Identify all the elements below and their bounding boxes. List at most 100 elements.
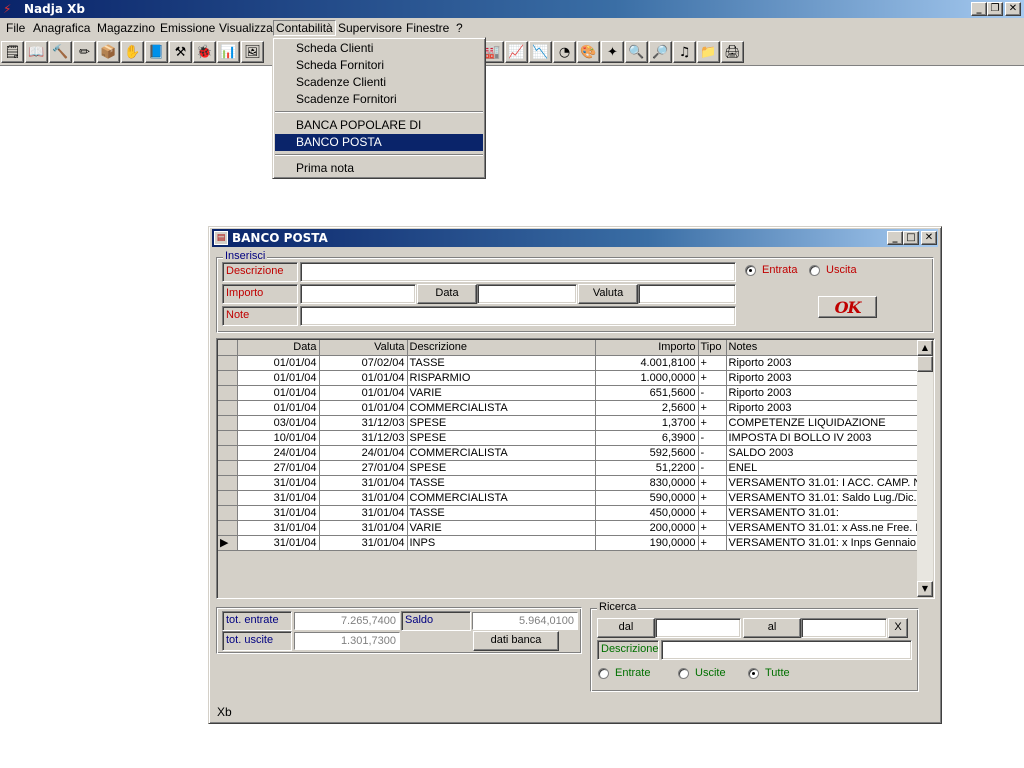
tutte-radio[interactable]: Tutte (748, 667, 790, 679)
menu-item-scadenze-clienti[interactable]: Scadenze Clienti (275, 74, 483, 91)
cell-tipo[interactable]: + (698, 505, 727, 521)
menu-file[interactable]: File (6, 21, 25, 35)
bar-chart-icon[interactable]: 📊 (217, 41, 240, 63)
table-row[interactable]: 01/01/04 01/01/04 COMMERCIALISTA 2,5600 + Rip… (218, 400, 920, 416)
dal-input[interactable] (655, 618, 741, 638)
cell-importo[interactable]: 6,3900 (595, 430, 699, 446)
col-header-valuta[interactable]: Valuta (319, 340, 408, 356)
menu-magazzino[interactable]: Magazzino (97, 21, 155, 35)
col-header-importo[interactable]: Importo (595, 340, 699, 356)
cell-data[interactable]: 31/01/04 (237, 535, 320, 551)
cell-tipo[interactable]: + (698, 535, 727, 551)
menu-anagrafica[interactable]: Anagrafica (33, 21, 90, 35)
cell-notes[interactable]: SALDO 2003 (726, 445, 920, 461)
cell-valuta[interactable]: 01/01/04 (319, 385, 408, 401)
cell-notes[interactable]: VERSAMENTO 31.01: x Inps Gennaio (726, 535, 920, 551)
table-row[interactable]: 01/01/04 07/02/04 TASSE 4.001,8100 + Riporto … (218, 355, 920, 371)
table-row[interactable]: 01/01/04 01/01/04 RISPARMIO 1.000,0000 + Ripo… (218, 370, 920, 386)
cell-tipo[interactable]: + (698, 355, 727, 371)
pie-chart-icon[interactable]: ◔ (553, 41, 576, 63)
cell-valuta[interactable]: 31/12/03 (319, 430, 408, 446)
cell-descrizione[interactable]: RISPARMIO (407, 370, 596, 386)
table-row[interactable]: 31/01/04 31/01/04 TASSE 450,0000 + VERSAMENTO… (218, 505, 920, 521)
menu-supervisore[interactable]: Supervisore (338, 21, 402, 35)
window-maximize-button[interactable]: □ (903, 231, 919, 245)
al-input[interactable] (801, 618, 887, 638)
importo-input[interactable] (300, 284, 416, 304)
cell-data[interactable]: 01/01/04 (237, 400, 320, 416)
document-icon[interactable]: 📘 (145, 41, 168, 63)
cell-importo[interactable]: 592,5600 (595, 445, 699, 461)
menu-help[interactable]: ? (456, 21, 463, 35)
table-row[interactable]: 31/01/04 31/01/04 VARIE 200,0000 + VERSAMENTO… (218, 520, 920, 536)
cell-descrizione[interactable]: TASSE (407, 505, 596, 521)
cell-tipo[interactable]: - (698, 460, 727, 476)
music-icon[interactable]: ♫ (673, 41, 696, 63)
cell-descrizione[interactable]: TASSE (407, 355, 596, 371)
star-icon[interactable]: ✦ (601, 41, 624, 63)
cell-valuta[interactable]: 31/01/04 (319, 520, 408, 536)
search-icon[interactable]: 🔍 (625, 41, 648, 63)
cell-valuta[interactable]: 01/01/04 (319, 400, 408, 416)
cell-importo[interactable]: 190,0000 (595, 535, 699, 551)
minimize-button[interactable]: _ (971, 2, 987, 16)
cell-descrizione[interactable]: VARIE (407, 520, 596, 536)
cell-importo[interactable]: 590,0000 (595, 490, 699, 506)
table-row[interactable]: 03/01/04 31/12/03 SPESE 1,3700 + COMPETENZE L… (218, 415, 920, 431)
cell-valuta[interactable]: 07/02/04 (319, 355, 408, 371)
al-button[interactable]: al (743, 618, 801, 638)
tools-icon[interactable]: ⚒ (169, 41, 192, 63)
cell-tipo[interactable]: + (698, 400, 727, 416)
menu-item-scheda-fornitori[interactable]: Scheda Fornitori (275, 57, 483, 74)
cell-valuta[interactable]: 31/01/04 (319, 475, 408, 491)
cell-tipo[interactable]: + (698, 415, 727, 431)
window-close-button[interactable]: ✕ (921, 231, 937, 245)
cell-data[interactable]: 01/01/04 (237, 355, 320, 371)
table-row[interactable]: 24/01/04 24/01/04 COMMERCIALISTA 592,5600- S… (218, 445, 920, 461)
grid-vertical-scrollbar[interactable]: ▲ ▼ (917, 340, 933, 597)
cell-notes[interactable]: Riporto 2003 (726, 355, 920, 371)
cell-valuta[interactable]: 31/12/03 (319, 415, 408, 431)
cell-data[interactable]: 31/01/04 (237, 490, 320, 506)
cell-tipo[interactable]: + (698, 475, 727, 491)
col-header-descrizione[interactable]: Descrizione (407, 340, 596, 356)
bug-icon[interactable]: 🐞 (193, 41, 216, 63)
cell-data[interactable]: 27/01/04 (237, 460, 320, 476)
restore-button[interactable]: ❐ (987, 2, 1003, 16)
close-button[interactable]: ✕ (1005, 2, 1021, 16)
pen-icon[interactable]: ✏ (73, 41, 96, 63)
entrate-radio[interactable]: Entrate (598, 667, 650, 679)
cell-valuta[interactable]: 01/01/04 (319, 370, 408, 386)
cell-notes[interactable]: Riporto 2003 (726, 385, 920, 401)
dal-button[interactable]: dal (597, 618, 655, 638)
dati-banca-button[interactable]: dati banca (473, 631, 559, 651)
cell-notes[interactable]: COMPETENZE LIQUIDAZIONE (726, 415, 920, 431)
col-header-notes[interactable]: Notes (726, 340, 920, 356)
scroll-thumb[interactable] (917, 356, 933, 372)
cell-data[interactable]: 01/01/04 (237, 370, 320, 386)
cell-importo[interactable]: 1,3700 (595, 415, 699, 431)
cell-data[interactable]: 31/01/04 (237, 505, 320, 521)
col-header-data[interactable]: Data (237, 340, 320, 356)
uscite-radio[interactable]: Uscite (678, 667, 726, 679)
printer-icon[interactable]: 🖨 (721, 41, 744, 63)
cell-importo[interactable]: 2,5600 (595, 400, 699, 416)
table-row[interactable]: 27/01/04 27/01/04 SPESE 51,2200- ENEL (218, 460, 920, 476)
cell-notes[interactable]: Riporto 2003 (726, 370, 920, 386)
table-row[interactable]: ▶ 31/01/04 31/01/04 INPS 190,0000 + VERSAMENTO… (218, 535, 920, 551)
cell-valuta[interactable]: 24/01/04 (319, 445, 408, 461)
menu-emissione[interactable]: Emissione (160, 21, 215, 35)
cell-notes[interactable]: VERSAMENTO 31.01: Saldo Lug./Dic. (726, 490, 920, 506)
cell-data[interactable]: 01/01/04 (237, 385, 320, 401)
table-row[interactable]: 31/01/04 31/01/04 COMMERCIALISTA 590,0000 + V… (218, 490, 920, 506)
folder-icon[interactable]: 📁 (697, 41, 720, 63)
menu-finestre[interactable]: Finestre (406, 21, 449, 35)
menu-item-scadenze-fornitori[interactable]: Scadenze Fornitori (275, 91, 483, 108)
col-header-tipo[interactable]: Tipo (698, 340, 727, 356)
data-input[interactable] (477, 284, 577, 304)
line-chart-icon[interactable]: 📈 (505, 41, 528, 63)
menu-item-scheda-clienti[interactable]: Scheda Clienti (275, 40, 483, 57)
cell-data[interactable]: 10/01/04 (237, 430, 320, 446)
movements-grid[interactable]: Data Valuta Descrizione Importo Tipo Not… (216, 338, 935, 599)
menu-item-banca-popolare[interactable]: BANCA POPOLARE DI CROTONE (275, 117, 483, 149)
